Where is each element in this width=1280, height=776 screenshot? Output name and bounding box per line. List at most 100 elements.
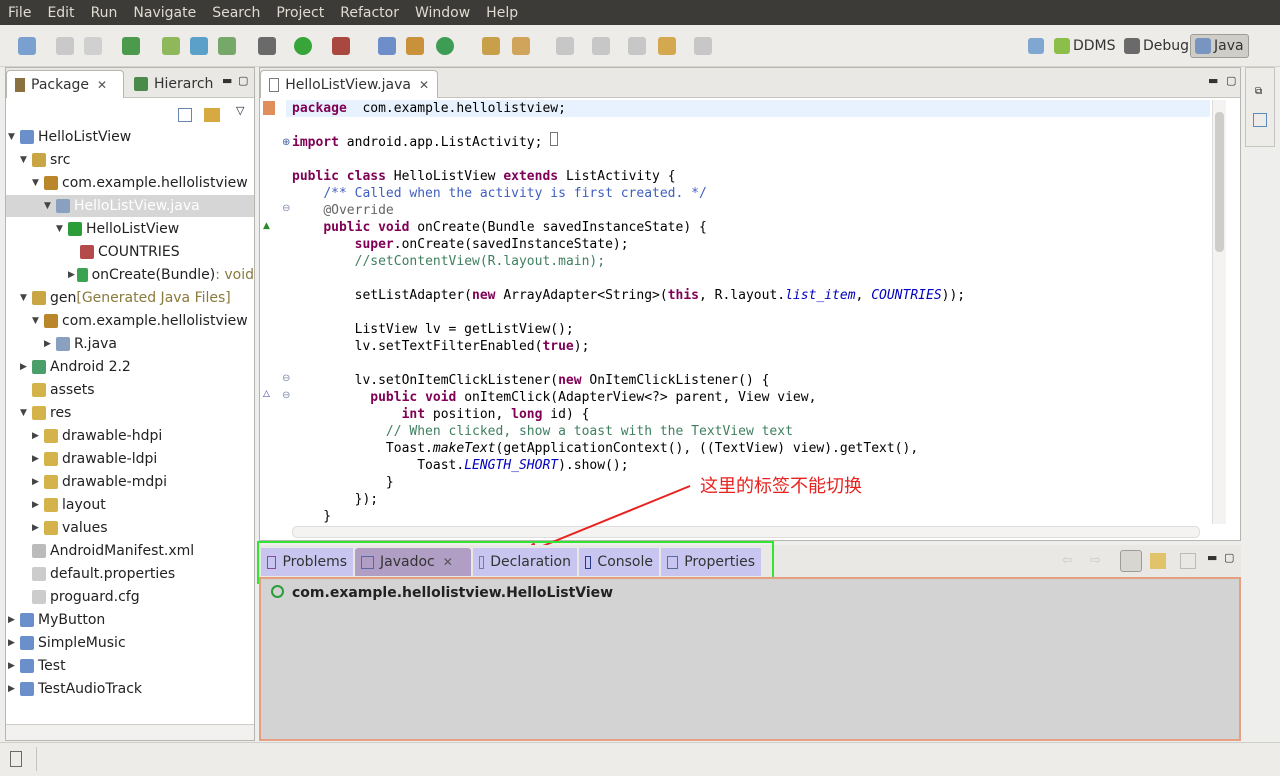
open-perspective-button[interactable] <box>1028 34 1047 58</box>
run-icon[interactable] <box>294 37 312 55</box>
horizontal-scrollbar[interactable] <box>292 526 1200 538</box>
tree-item[interactable]: ▼ HelloListView.java <box>6 195 254 217</box>
tree-item[interactable]: ▶ R.java <box>6 333 254 355</box>
expand-icon[interactable]: ⊕ <box>282 137 290 148</box>
maximize-icon[interactable]: ▢ <box>1226 74 1236 87</box>
tree-item[interactable]: ▼ gen [Generated Java Files] <box>6 287 254 309</box>
back-icon[interactable] <box>658 37 676 55</box>
tree-item[interactable]: ▶ drawable-ldpi <box>6 448 254 470</box>
forward-icon[interactable]: ⇨ <box>1090 553 1101 568</box>
expand-toggle-icon[interactable]: ▼ <box>44 201 56 211</box>
perspective-ddms[interactable]: DDMS <box>1054 34 1116 58</box>
view-menu-icon[interactable]: ▽ <box>236 104 244 117</box>
open-input-icon[interactable] <box>1180 553 1196 569</box>
external-tools-icon[interactable] <box>332 37 350 55</box>
expand-toggle-icon[interactable]: ▼ <box>20 155 32 165</box>
android-sdk-icon[interactable] <box>162 37 180 55</box>
new-java-class-icon[interactable] <box>436 37 454 55</box>
expand-toggle-icon[interactable]: ▶ <box>8 638 20 648</box>
close-icon[interactable]: ✕ <box>97 78 107 92</box>
tree-item[interactable]: ▶ Test <box>6 655 254 677</box>
tree-item[interactable]: AndroidManifest.xml <box>6 540 254 562</box>
restore-icon[interactable]: ⧉ <box>1255 86 1262 97</box>
vertical-scrollbar[interactable] <box>1212 100 1226 524</box>
tree-item[interactable]: ▼ src <box>6 149 254 171</box>
minimize-icon[interactable]: ▬ <box>1207 551 1217 564</box>
expand-toggle-icon[interactable]: ▼ <box>20 408 32 418</box>
download-icon[interactable] <box>122 37 140 55</box>
scrollbar-thumb[interactable] <box>1215 112 1224 252</box>
collapse-all-icon[interactable] <box>178 108 192 122</box>
expand-toggle-icon[interactable]: ▶ <box>20 362 32 372</box>
tree-item[interactable]: ▶ drawable-hdpi <box>6 425 254 447</box>
maximize-icon[interactable]: ▢ <box>1224 551 1234 564</box>
tree-item[interactable]: ▶ MyButton <box>6 609 254 631</box>
tree-item[interactable]: COUNTRIES <box>6 241 254 263</box>
expand-toggle-icon[interactable]: ▶ <box>32 500 44 510</box>
tree-item[interactable]: ▶ Android 2.2 <box>6 356 254 378</box>
next-annotation-icon[interactable] <box>556 37 574 55</box>
expand-toggle-icon[interactable]: ▶ <box>32 523 44 533</box>
expand-toggle-icon[interactable]: ▼ <box>20 293 32 303</box>
tree-item[interactable]: proguard.cfg <box>6 586 254 608</box>
open-attached-javadoc-icon[interactable] <box>1150 553 1166 569</box>
expand-toggle-icon[interactable]: ▶ <box>32 454 44 464</box>
expand-toggle-icon[interactable]: ▼ <box>32 316 44 326</box>
tree-item[interactable]: assets <box>6 379 254 401</box>
folded-code-box[interactable] <box>550 132 558 146</box>
link-with-selection-icon[interactable] <box>1120 550 1142 572</box>
save-icon[interactable] <box>56 37 74 55</box>
new-package-icon[interactable] <box>378 37 396 55</box>
menu-item-window[interactable]: Window <box>407 5 478 21</box>
tab-hierarchy[interactable]: Hierarch <box>126 70 221 98</box>
minimize-icon[interactable]: ▬ <box>222 74 232 87</box>
menu-item-file[interactable]: File <box>0 5 39 21</box>
menu-item-refactor[interactable]: Refactor <box>332 5 407 21</box>
expand-toggle-icon[interactable]: ▶ <box>32 477 44 487</box>
perspective-java[interactable]: Java <box>1190 34 1249 58</box>
tree-item[interactable]: ▼ res <box>6 402 254 424</box>
tab-hellolistview-java[interactable]: HelloListView.java ✕ <box>260 70 438 98</box>
new-junit-icon[interactable] <box>190 37 208 55</box>
outline-icon[interactable] <box>1253 113 1267 127</box>
perspective-debug[interactable]: Debug <box>1124 34 1189 58</box>
menu-item-run[interactable]: Run <box>83 5 126 21</box>
tab-package-explorer[interactable]: Package ✕ <box>6 70 124 98</box>
tree-item[interactable]: ▶ onCreate(Bundle) : void <box>6 264 254 286</box>
menu-item-help[interactable]: Help <box>478 5 526 21</box>
maximize-icon[interactable]: ▢ <box>238 74 248 87</box>
tree-item[interactable]: ▼ HelloListView <box>6 126 254 148</box>
tree-item[interactable]: ▶ values <box>6 517 254 539</box>
menu-item-project[interactable]: Project <box>268 5 332 21</box>
print-icon[interactable] <box>84 37 102 55</box>
collapse-icon[interactable]: ⊖ <box>282 203 290 214</box>
link-with-editor-icon[interactable] <box>204 108 220 122</box>
expand-toggle-icon[interactable]: ▶ <box>8 661 20 671</box>
expand-toggle-icon[interactable]: ▶ <box>8 684 20 694</box>
expand-toggle-icon[interactable]: ▼ <box>8 132 20 142</box>
menu-item-edit[interactable]: Edit <box>39 5 82 21</box>
search-icon[interactable] <box>512 37 530 55</box>
expand-toggle-icon[interactable]: ▼ <box>56 224 68 234</box>
tree-item[interactable]: ▶ drawable-mdpi <box>6 471 254 493</box>
expand-toggle-icon[interactable]: ▶ <box>32 431 44 441</box>
previous-annotation-icon[interactable] <box>592 37 610 55</box>
forward-icon[interactable] <box>694 37 712 55</box>
open-type-icon[interactable] <box>482 37 500 55</box>
new-class-icon[interactable] <box>406 37 424 55</box>
last-edit-icon[interactable] <box>628 37 646 55</box>
menu-item-search[interactable]: Search <box>204 5 268 21</box>
tree-item[interactable]: ▼ com.example.hellolistview <box>6 310 254 332</box>
menu-item-navigate[interactable]: Navigate <box>125 5 204 21</box>
horizontal-scrollbar[interactable] <box>6 724 254 740</box>
tree-item[interactable]: ▼ HelloListView <box>6 218 254 240</box>
collapse-icon[interactable]: ⊖ <box>282 390 290 401</box>
expand-toggle-icon[interactable]: ▶ <box>8 615 20 625</box>
minimize-icon[interactable]: ▬ <box>1208 74 1218 87</box>
back-icon[interactable]: ⇦ <box>1062 553 1073 568</box>
debug-bug-icon[interactable] <box>258 37 276 55</box>
expand-toggle-icon[interactable]: ▼ <box>32 178 44 188</box>
android-lint-icon[interactable] <box>218 37 236 55</box>
fast-view-icon[interactable] <box>10 751 22 767</box>
tree-item[interactable]: ▼ com.example.hellolistview <box>6 172 254 194</box>
